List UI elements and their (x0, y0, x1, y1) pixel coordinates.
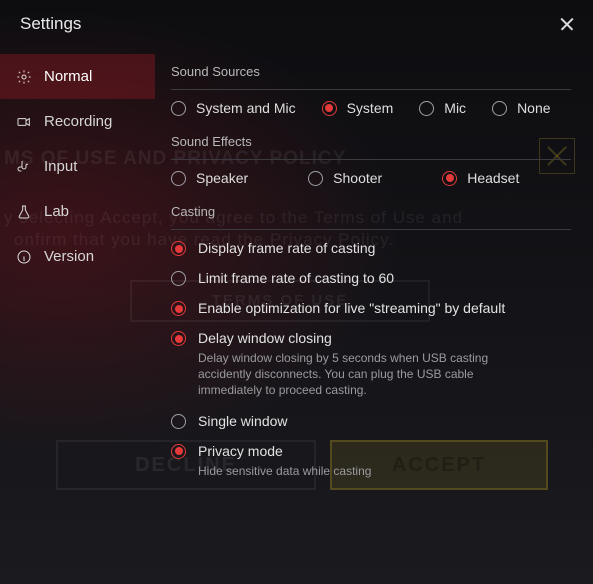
sidebar-item-label: Lab (44, 203, 69, 220)
radio-none[interactable]: None (492, 100, 550, 116)
divider (171, 89, 571, 90)
sound-effects-group: Speaker Shooter Headset (171, 170, 571, 186)
toggle-privacy-mode[interactable]: Privacy mode Hide sensitive data while c… (171, 443, 571, 479)
radio-speaker[interactable]: Speaker (171, 170, 248, 186)
content-pane: Sound Sources System and Mic System Mic … (155, 44, 593, 584)
casting-options: Display frame rate of casting Limit fram… (171, 240, 571, 479)
divider (171, 229, 571, 230)
toggle-display-frame-rate[interactable]: Display frame rate of casting (171, 240, 571, 256)
pointer-icon (16, 159, 32, 175)
radio-label: Mic (444, 100, 466, 116)
sidebar-item-lab[interactable]: Lab (0, 189, 155, 234)
sidebar-item-label: Recording (44, 113, 112, 130)
radio-label: Shooter (333, 170, 382, 186)
info-icon (16, 249, 32, 265)
sidebar-item-input[interactable]: Input (0, 144, 155, 189)
divider (171, 159, 571, 160)
sidebar-item-label: Normal (44, 68, 92, 85)
option-label: Delay window closing (198, 330, 538, 346)
option-label: Single window (198, 413, 288, 429)
camera-icon (16, 114, 32, 130)
radio-headset[interactable]: Headset (442, 170, 519, 186)
radio-label: System and Mic (196, 100, 296, 116)
radio-label: Headset (467, 170, 519, 186)
toggle-limit-frame-rate[interactable]: Limit frame rate of casting to 60 (171, 270, 571, 286)
option-label: Privacy mode (198, 443, 371, 459)
radio-system-and-mic[interactable]: System and Mic (171, 100, 296, 116)
option-label: Enable optimization for live "streaming"… (198, 300, 505, 316)
section-title-casting: Casting (171, 204, 571, 219)
option-label: Limit frame rate of casting to 60 (198, 270, 394, 286)
toggle-enable-streaming-optimization[interactable]: Enable optimization for live "streaming"… (171, 300, 571, 316)
section-title-sound-effects: Sound Effects (171, 134, 571, 149)
section-title-sound-sources: Sound Sources (171, 64, 571, 79)
option-label: Display frame rate of casting (198, 240, 375, 256)
sidebar: Normal Recording Input Lab (0, 44, 155, 584)
toggle-delay-window-closing[interactable]: Delay window closing Delay window closin… (171, 330, 571, 399)
sidebar-item-label: Input (44, 158, 77, 175)
radio-label: System (347, 100, 394, 116)
sound-sources-group: System and Mic System Mic None (171, 100, 571, 116)
settings-title: Settings (20, 14, 81, 34)
radio-shooter[interactable]: Shooter (308, 170, 382, 186)
close-icon[interactable] (559, 16, 575, 32)
radio-mic[interactable]: Mic (419, 100, 466, 116)
radio-label: None (517, 100, 550, 116)
option-description: Hide sensitive data while casting (198, 463, 371, 479)
gear-icon (16, 69, 32, 85)
option-description: Delay window closing by 5 seconds when U… (198, 350, 538, 399)
flask-icon (16, 204, 32, 220)
sidebar-item-label: Version (44, 248, 94, 265)
radio-label: Speaker (196, 170, 248, 186)
sidebar-item-normal[interactable]: Normal (0, 54, 155, 99)
toggle-single-window[interactable]: Single window (171, 413, 571, 429)
sidebar-item-version[interactable]: Version (0, 234, 155, 279)
sidebar-item-recording[interactable]: Recording (0, 99, 155, 144)
radio-system[interactable]: System (322, 100, 394, 116)
